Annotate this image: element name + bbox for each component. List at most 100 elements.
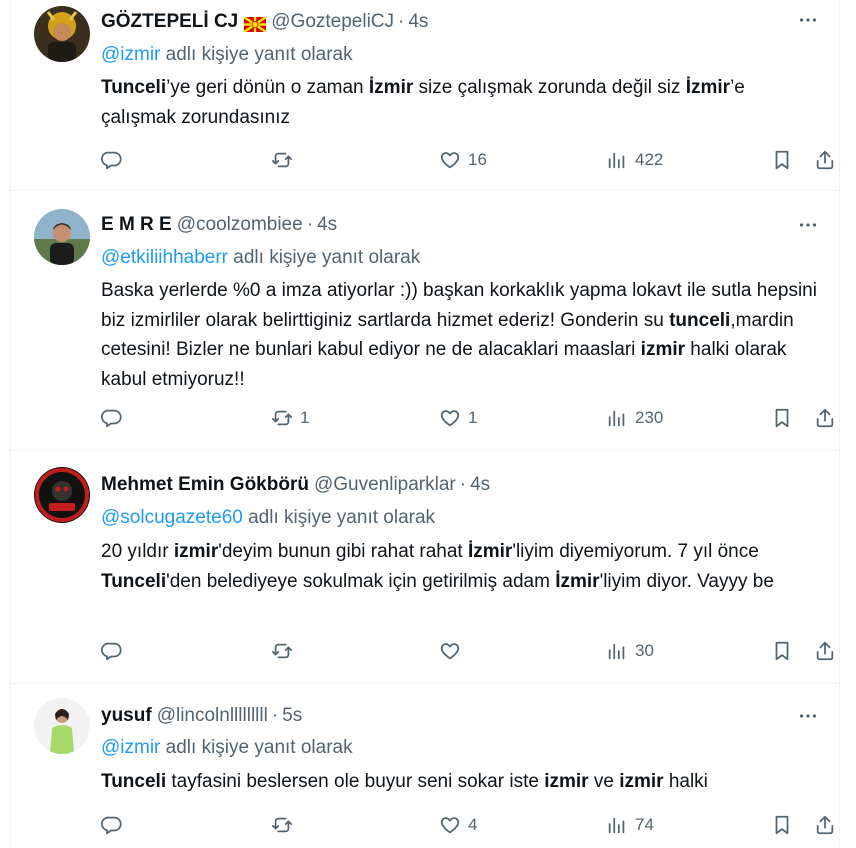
retweet-button[interactable] xyxy=(271,811,300,839)
retweet-button[interactable] xyxy=(271,637,300,665)
views-button[interactable]: 230 xyxy=(606,404,663,432)
reply-icon xyxy=(101,151,122,170)
highlighted-keyword: Tunceli xyxy=(101,570,167,592)
reply-mention-link[interactable]: @izmir xyxy=(101,737,160,758)
share-button[interactable] xyxy=(814,637,836,665)
timeline-feed: GÖZTEPELİ CJ @GoztepeliCJ · 4s @izmir ad… xyxy=(0,0,856,848)
share-button[interactable] xyxy=(814,146,836,174)
tweet-text-segment: 'deyim bunun gibi rahat rahat xyxy=(218,541,468,562)
reply-mention-link[interactable]: @etkiliihhaberr xyxy=(101,247,228,268)
analytics-icon xyxy=(608,643,625,660)
display-name[interactable]: Mehmet Emin Gökbörü xyxy=(101,473,309,497)
like-button[interactable]: 16 xyxy=(439,146,487,174)
like-count: 4 xyxy=(468,815,478,834)
like-button[interactable]: 1 xyxy=(439,404,477,432)
tweet[interactable]: E M R E @coolzombiee · 4s @etkiliihhaber… xyxy=(10,191,838,451)
reply-mention-link[interactable]: @solcugazete60 xyxy=(101,507,243,528)
tweet-text-segment: halki xyxy=(663,771,708,792)
highlighted-keyword: İzmir xyxy=(685,77,731,98)
timestamp[interactable]: 4s xyxy=(470,473,490,497)
highlighted-keyword: izmir xyxy=(640,339,686,360)
bookmark-icon xyxy=(775,815,789,835)
user-handle[interactable]: @GoztepeliCJ xyxy=(271,10,394,34)
highlighted-keyword: izmir xyxy=(619,771,664,792)
like-count: 16 xyxy=(468,150,487,169)
more-options-icon[interactable] xyxy=(796,8,820,32)
highlighted-keyword: İzmir xyxy=(467,541,513,562)
bookmark-button[interactable] xyxy=(771,146,793,174)
like-button[interactable]: 4 xyxy=(439,811,477,839)
avatar[interactable] xyxy=(34,209,90,265)
macedonia-flag-icon xyxy=(243,15,267,33)
display-name[interactable]: GÖZTEPELİ CJ xyxy=(101,10,238,34)
reply-icon xyxy=(101,642,122,661)
reply-mention-link[interactable]: @izmir xyxy=(101,44,160,65)
tweet[interactable]: yusuf @lincolnlllllllll · 5s @izmir adlı… xyxy=(10,684,838,848)
display-name[interactable]: E M R E xyxy=(101,213,172,237)
highlighted-keyword: İzmir xyxy=(368,77,414,98)
views-button[interactable]: 30 xyxy=(606,637,654,665)
retweet-button[interactable]: 1 xyxy=(271,404,309,432)
avatar[interactable] xyxy=(34,698,90,754)
replying-to: @solcugazete60 adlı kişiye yanıt olarak xyxy=(101,506,435,530)
separator-dot: · xyxy=(398,11,405,32)
retweet-icon xyxy=(271,817,293,833)
more-options-icon[interactable] xyxy=(796,704,820,728)
timestamp[interactable]: 4s xyxy=(408,10,428,34)
reply-button[interactable] xyxy=(101,404,130,432)
retweet-icon xyxy=(271,152,293,168)
tweet-text-segment: size çalışmak zorunda değil siz xyxy=(413,77,686,98)
highlighted-keyword: Tunceli xyxy=(101,77,167,98)
timestamp[interactable]: 5s xyxy=(282,704,302,728)
bookmark-button[interactable] xyxy=(771,404,793,432)
like-button[interactable] xyxy=(439,637,468,665)
avatar[interactable] xyxy=(34,467,90,523)
display-name[interactable]: yusuf xyxy=(101,704,152,728)
separator-dot: · xyxy=(306,214,314,235)
tweet[interactable]: GÖZTEPELİ CJ @GoztepeliCJ · 4s @izmir ad… xyxy=(10,0,838,191)
bookmark-button[interactable] xyxy=(771,637,793,665)
replying-to: @izmir adlı kişiye yanıt olarak xyxy=(101,43,353,67)
tweet-actions: 4 74 xyxy=(101,811,834,839)
highlighted-keyword: Tunceli xyxy=(101,771,167,792)
retweet-count: 1 xyxy=(300,408,310,427)
reply-icon xyxy=(101,816,122,835)
user-handle[interactable]: @Guvenliparklar xyxy=(314,473,456,497)
share-icon xyxy=(816,408,834,428)
tweet-text-segment: 20 yıldır xyxy=(101,541,174,562)
reply-suffix: adlı kişiye yanıt olarak xyxy=(233,247,421,268)
heart-icon xyxy=(440,817,460,834)
reply-suffix: adlı kişiye yanıt olarak xyxy=(165,737,353,758)
tweet-text: Tunceli’ye geri dönün o zaman İzmir size… xyxy=(101,73,818,132)
bookmark-button[interactable] xyxy=(771,811,793,839)
tweet-actions: 30 xyxy=(101,637,834,665)
tweet-header: Mehmet Emin Gökbörü @Guvenliparklar · 4s xyxy=(101,473,490,497)
heart-icon xyxy=(440,152,460,169)
replying-to: @etkiliihhaberr adlı kişiye yanıt olarak xyxy=(101,246,420,270)
like-count: 1 xyxy=(468,408,478,427)
tweet-text-segment: 'liyim diyemiyorum. 7 yıl önce xyxy=(512,541,759,562)
reply-button[interactable] xyxy=(101,811,130,839)
tweet-text-segment: 'liyim diyor. Vayyy be xyxy=(599,570,774,592)
reply-button[interactable] xyxy=(101,637,130,665)
retweet-button[interactable] xyxy=(271,146,300,174)
timestamp[interactable]: 4s xyxy=(317,213,337,237)
share-button[interactable] xyxy=(814,404,836,432)
user-handle[interactable]: @coolzombiee xyxy=(177,213,303,237)
analytics-icon xyxy=(608,410,625,427)
views-button[interactable]: 422 xyxy=(606,146,663,174)
tweet-text: Baska yerlerde %0 a imza atiyorlar :)) b… xyxy=(101,276,818,394)
analytics-icon xyxy=(608,152,625,169)
analytics-icon xyxy=(608,817,625,834)
user-handle[interactable]: @lincolnlllllllll xyxy=(157,704,268,728)
share-button[interactable] xyxy=(814,811,836,839)
more-options-icon[interactable] xyxy=(796,213,820,237)
avatar[interactable] xyxy=(34,6,90,62)
reply-suffix: adlı kişiye yanıt olarak xyxy=(248,507,436,528)
views-button[interactable]: 74 xyxy=(606,811,654,839)
separator-dot: · xyxy=(271,705,279,726)
tweet[interactable]: Mehmet Emin Gökbörü @Guvenliparklar · 4s… xyxy=(10,451,838,684)
reply-button[interactable] xyxy=(101,146,130,174)
separator-dot: · xyxy=(459,474,467,495)
tweet-header: yusuf @lincolnlllllllll · 5s xyxy=(101,704,302,728)
